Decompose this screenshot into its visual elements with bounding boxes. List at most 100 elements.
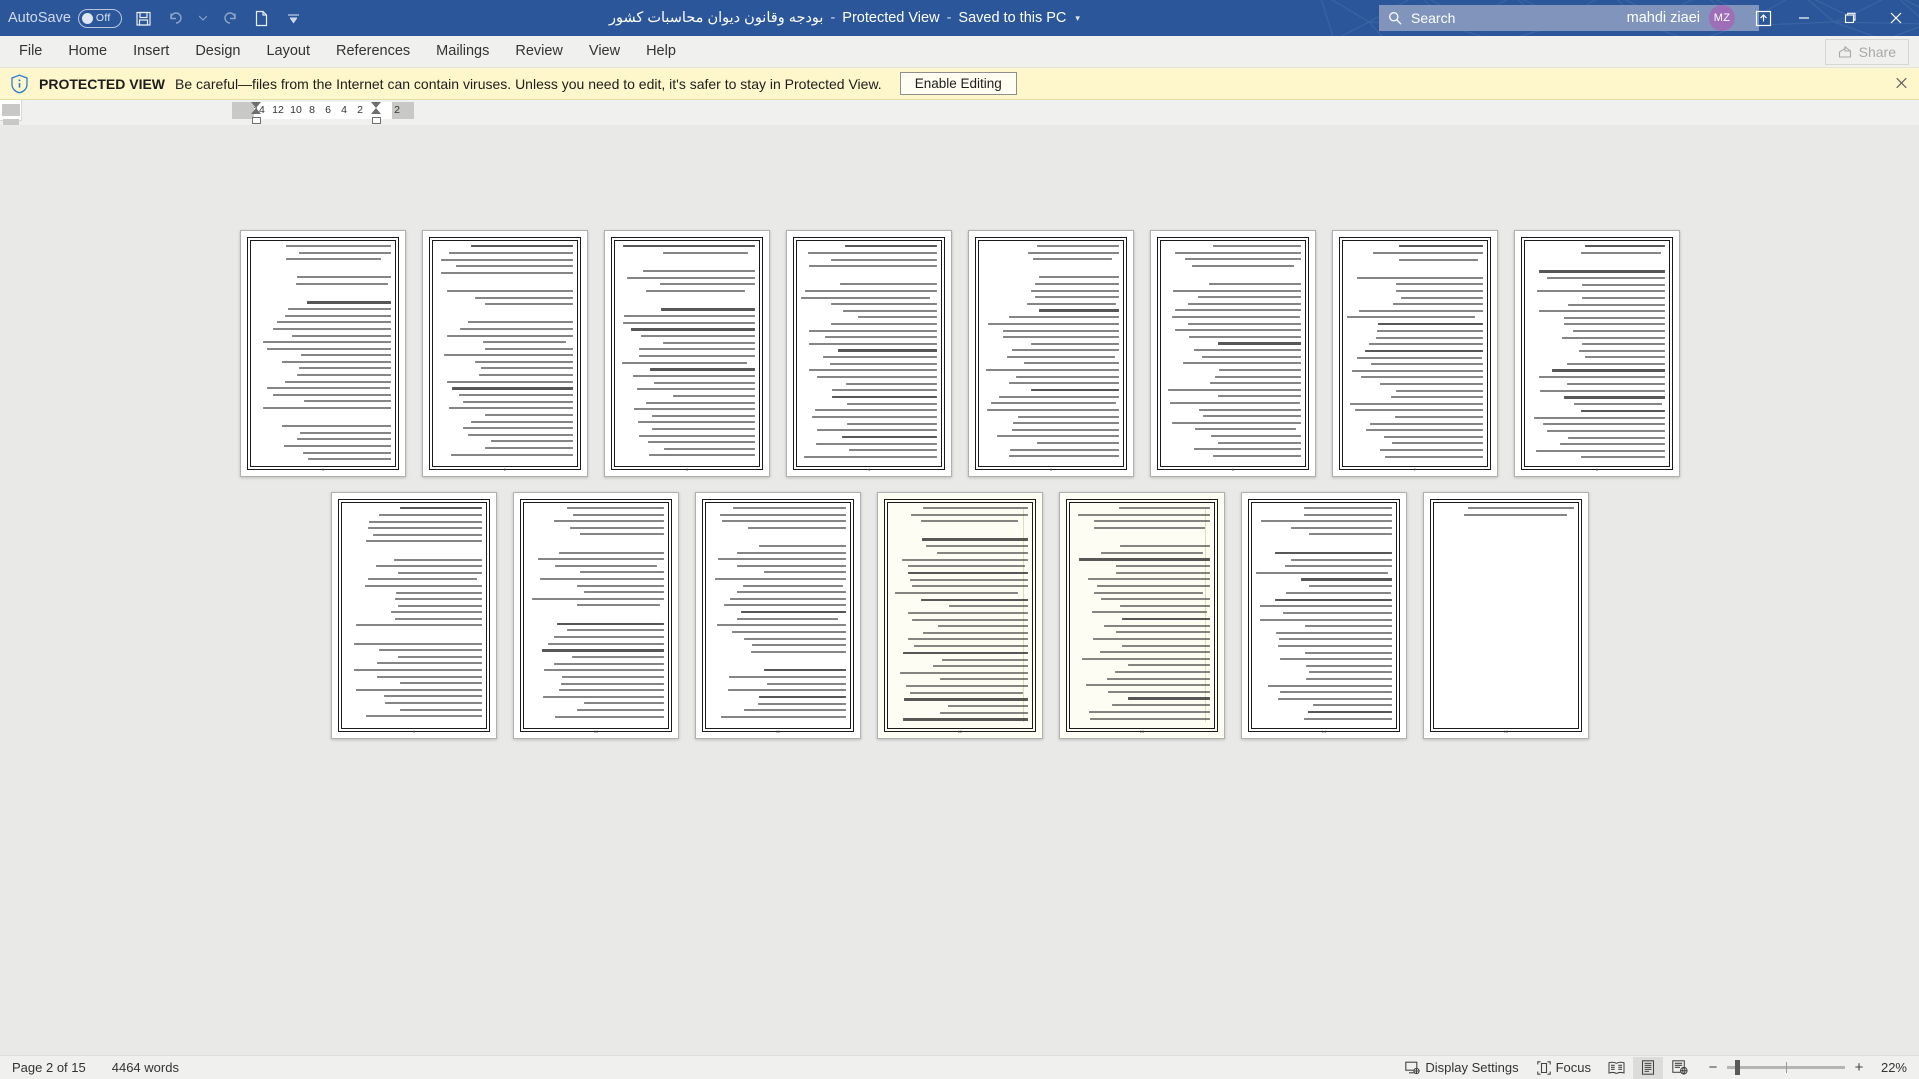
page-thumbnail[interactable]: 15: [1423, 492, 1589, 739]
zoom-slider[interactable]: [1727, 1060, 1845, 1075]
zoom-slider-thumb[interactable]: [1735, 1060, 1740, 1075]
left-indent-marker-0[interactable]: [251, 117, 261, 124]
text-line: [817, 429, 937, 432]
page-thumbnail[interactable]: 13: [1059, 492, 1225, 739]
text-line: [737, 617, 838, 620]
minimize-icon[interactable]: [1781, 0, 1827, 36]
search-input[interactable]: Search: [1411, 10, 1455, 26]
text-line: [830, 303, 937, 306]
text-line: [263, 407, 391, 410]
page-number-footer: 3: [685, 467, 689, 472]
text-line: [484, 447, 573, 449]
text-line: [947, 705, 1028, 708]
text-line: [733, 507, 846, 509]
close-icon[interactable]: [1873, 0, 1919, 36]
page-thumbnail[interactable]: 1: [240, 230, 406, 477]
text-line: [367, 578, 477, 581]
text-line: [378, 649, 482, 652]
page-thumbnail[interactable]: 3: [604, 230, 770, 477]
tab-mailings[interactable]: Mailings: [423, 35, 502, 67]
text-line: [1376, 329, 1483, 332]
zoom-in-button[interactable]: +: [1853, 1059, 1865, 1076]
page-thumbnail[interactable]: 5: [968, 230, 1134, 477]
zoom-out-button[interactable]: −: [1707, 1059, 1719, 1076]
tab-view[interactable]: View: [576, 35, 633, 67]
undo-icon[interactable]: [160, 3, 192, 33]
text-line: [1260, 605, 1392, 608]
document-canvas[interactable]: 1 2 3 4 5 6 7 8 9 10 11 12 13 14 15: [0, 125, 1919, 1055]
page-thumbnail[interactable]: 10: [513, 492, 679, 739]
save-icon[interactable]: [128, 3, 160, 33]
page-thumbnail[interactable]: 11: [695, 492, 861, 739]
share-button[interactable]: Share: [1824, 39, 1909, 65]
restore-icon[interactable]: [1827, 0, 1873, 36]
page-thumbnail[interactable]: 14: [1241, 492, 1407, 739]
text-line: [1371, 363, 1483, 366]
page-thumbnail[interactable]: 12: [877, 492, 1043, 739]
text-line: [942, 658, 1028, 661]
indent-marker-bottom-1[interactable]: [371, 108, 381, 114]
indent-marker-bottom-0[interactable]: [251, 108, 261, 114]
text-line: [378, 513, 482, 516]
tab-review[interactable]: Review: [502, 35, 576, 67]
text-line: [939, 678, 1028, 681]
page-indicator[interactable]: Page 2 of 15: [12, 1060, 86, 1075]
horizontal-ruler[interactable]: 14 12 10 8 6 4 2 2: [232, 102, 414, 124]
page-thumbnail[interactable]: 8: [1514, 230, 1680, 477]
close-icon[interactable]: [1896, 75, 1907, 92]
text-line: [553, 636, 664, 639]
page-text-content: [710, 507, 846, 722]
text-line: [1188, 322, 1301, 325]
enable-editing-button[interactable]: Enable Editing: [899, 72, 1017, 95]
text-line: [1303, 717, 1392, 720]
display-settings-button[interactable]: Display Settings: [1397, 1057, 1526, 1079]
account-control[interactable]: mahdi ziaei MZ: [1627, 5, 1735, 31]
text-line: [764, 669, 846, 672]
text-line: [1366, 429, 1483, 432]
customize-quick-access-toolbar-icon[interactable]: [278, 3, 310, 33]
page-thumbnail[interactable]: 4: [786, 230, 952, 477]
zoom-level[interactable]: 22%: [1873, 1060, 1907, 1075]
text-line: [844, 245, 937, 248]
autosave-control[interactable]: AutoSave Off: [8, 8, 122, 28]
avatar[interactable]: MZ: [1709, 5, 1735, 31]
page-text-content: [1074, 507, 1210, 722]
word-count[interactable]: 4464 words: [112, 1060, 179, 1075]
tab-layout[interactable]: Layout: [253, 35, 323, 67]
print-layout-icon[interactable]: [1633, 1056, 1663, 1079]
autosave-toggle[interactable]: Off: [77, 8, 122, 28]
focus-button[interactable]: Focus: [1529, 1057, 1599, 1079]
text-line: [1094, 520, 1210, 523]
save-location-label[interactable]: Saved to this PC: [958, 10, 1066, 26]
tab-help[interactable]: Help: [633, 35, 689, 67]
ribbon-display-options-icon[interactable]: [1745, 0, 1781, 36]
redo-icon[interactable]: [214, 3, 246, 33]
text-line: [1352, 369, 1483, 372]
zoom-control[interactable]: − + 22%: [1707, 1059, 1907, 1076]
text-line: [397, 655, 482, 658]
tab-references[interactable]: References: [323, 35, 423, 67]
undo-dropdown-icon[interactable]: [192, 3, 214, 33]
tab-design[interactable]: Design: [182, 35, 253, 67]
read-mode-icon[interactable]: [1601, 1057, 1631, 1079]
tab-home[interactable]: Home: [55, 35, 120, 67]
web-layout-icon[interactable]: [1665, 1057, 1695, 1079]
tab-insert[interactable]: Insert: [120, 35, 182, 67]
page-thumbnail[interactable]: 7: [1332, 230, 1498, 477]
page-text-content: [801, 245, 937, 460]
text-line: [996, 435, 1119, 438]
text-line: [737, 591, 846, 594]
page-thumbnail[interactable]: 9: [331, 492, 497, 739]
titlebar-right-group: mahdi ziaei MZ: [1627, 0, 1919, 36]
share-label: Share: [1858, 44, 1896, 60]
tab-file[interactable]: File: [6, 35, 55, 67]
left-indent-marker-1[interactable]: [371, 117, 381, 124]
document-name[interactable]: بودجه وقانون دیوان محاسبات کشور: [609, 10, 824, 26]
chevron-down-icon[interactable]: ▾: [1075, 13, 1080, 24]
new-document-icon[interactable]: [246, 3, 278, 33]
page-thumbnail[interactable]: 6: [1150, 230, 1316, 477]
text-line: [661, 308, 755, 311]
text-line: [306, 301, 391, 304]
text-line: [741, 610, 846, 614]
page-thumbnail[interactable]: 2: [422, 230, 588, 477]
